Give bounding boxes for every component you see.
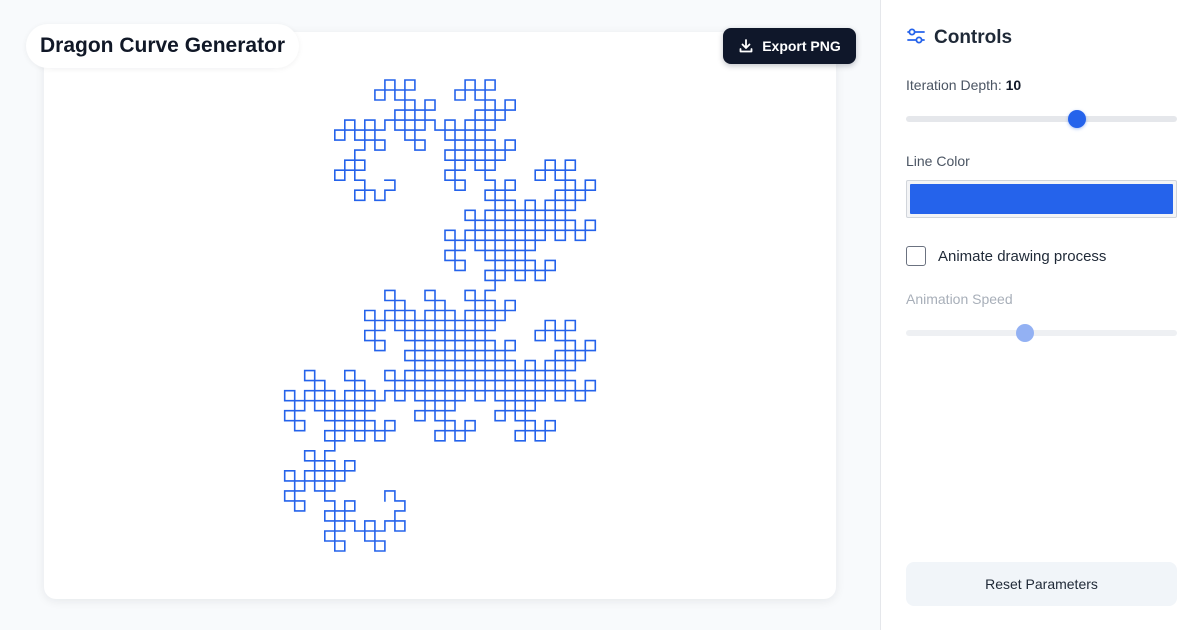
animate-option[interactable]: Animate drawing process bbox=[906, 245, 1106, 267]
export-png-button[interactable]: Export PNG bbox=[723, 28, 856, 64]
line-color-label: Line Color bbox=[906, 153, 970, 169]
line-color-picker[interactable] bbox=[906, 180, 1177, 218]
controls-panel: Controls Iteration Depth: 10 Line Color … bbox=[880, 0, 1200, 630]
speed-slider-track[interactable] bbox=[906, 330, 1177, 336]
iteration-slider-thumb[interactable] bbox=[1067, 110, 1086, 128]
page-title: Dragon Curve Generator bbox=[26, 24, 300, 68]
iteration-depth-value: 10 bbox=[1005, 77, 1022, 93]
iteration-slider-track[interactable] bbox=[906, 116, 1177, 122]
controls-header: Controls bbox=[906, 26, 1012, 50]
dragon-curve-svg bbox=[283, 79, 597, 552]
download-icon bbox=[738, 38, 754, 54]
main-area: Dragon Curve Generator Export PNG bbox=[0, 0, 880, 630]
page-title-text: Dragon Curve Generator bbox=[40, 34, 286, 57]
iteration-depth-label: Iteration Depth: 10 bbox=[906, 77, 1021, 93]
reset-button-label: Reset Parameters bbox=[985, 576, 1098, 592]
export-button-label: Export PNG bbox=[762, 38, 841, 54]
controls-title: Controls bbox=[934, 27, 1013, 48]
iteration-depth-slider[interactable] bbox=[906, 109, 1177, 129]
animation-speed-label: Animation Speed bbox=[906, 291, 1013, 307]
animate-checkbox-label[interactable]: Animate drawing process bbox=[938, 248, 1106, 265]
speed-slider-thumb[interactable] bbox=[1016, 324, 1035, 342]
curve-canvas bbox=[44, 32, 836, 599]
iteration-depth-label-text: Iteration Depth: bbox=[906, 77, 1002, 93]
animation-speed-slider[interactable] bbox=[906, 323, 1177, 343]
line-color-swatch[interactable] bbox=[910, 184, 1173, 214]
sliders-icon bbox=[906, 26, 926, 51]
dragon-curve-path bbox=[283, 79, 597, 552]
reset-parameters-button[interactable]: Reset Parameters bbox=[906, 562, 1177, 606]
animate-checkbox[interactable] bbox=[906, 246, 926, 266]
